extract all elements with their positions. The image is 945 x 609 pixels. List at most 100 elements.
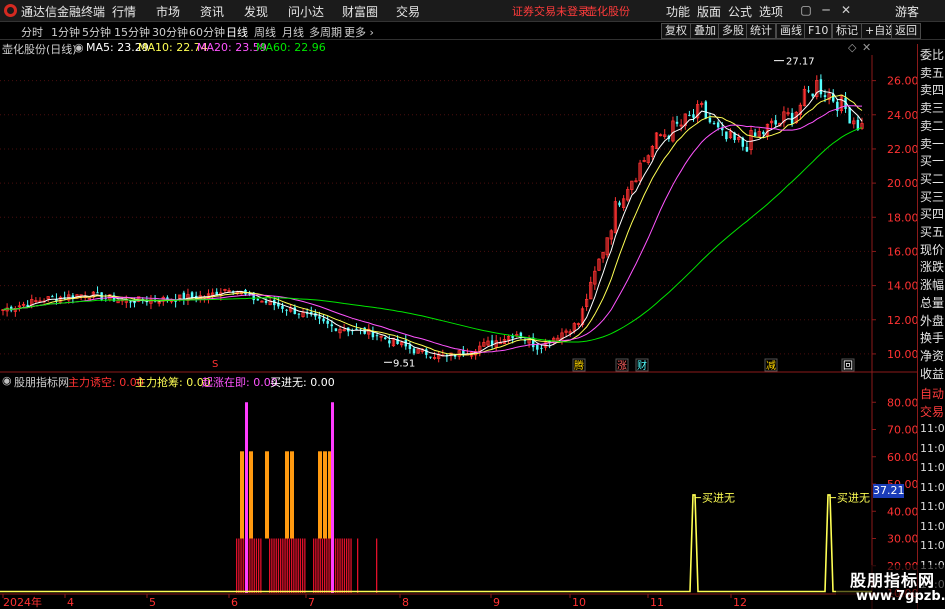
candle-body [384, 337, 387, 339]
candle-body [688, 114, 691, 116]
period-timeshare[interactable]: 分时 [21, 24, 43, 40]
menu-formula[interactable]: 公式 [728, 3, 752, 20]
diamond-icon[interactable]: ◇ [848, 41, 856, 54]
indicator-bar [348, 538, 350, 593]
x-tick-label: 2024年 [3, 595, 42, 609]
candle-body [708, 117, 712, 123]
period-multi[interactable]: 多周期 [309, 24, 342, 40]
indicator-bar [297, 538, 299, 593]
settings-circle-icon[interactable]: ◉ [74, 41, 84, 54]
candle-body [322, 318, 325, 322]
restore-icon[interactable]: ▢ [798, 2, 814, 18]
candle-body [96, 292, 99, 294]
candle-body [412, 348, 416, 354]
menu-market[interactable]: 市场 [156, 3, 180, 20]
x-tick-label: 8 [402, 596, 409, 609]
side-item-4: 卖二 [920, 118, 945, 133]
menu-layout[interactable]: 版面 [697, 3, 721, 20]
period-weekly[interactable]: 周线 [254, 24, 276, 40]
indicator-bar [326, 538, 328, 593]
period-daily[interactable]: 日线 [226, 24, 248, 40]
candle-body [425, 349, 428, 355]
period-60min[interactable]: 60分钟 [189, 24, 225, 40]
indicator-bar [339, 538, 341, 593]
indicator-bar [280, 538, 282, 593]
indicator-bar [284, 538, 286, 593]
adjust-button[interactable]: 复权 [661, 23, 691, 39]
draw-line-button[interactable]: 画线 [776, 23, 806, 39]
indicator-bar [299, 538, 302, 593]
menu-trade[interactable]: 交易 [396, 3, 420, 20]
side-item-2: 卖四 [920, 83, 945, 98]
period-5min[interactable]: 5分钟 [82, 24, 111, 40]
multi-stock-button[interactable]: 多股 [718, 23, 748, 39]
candle-body [819, 79, 823, 95]
chart-area[interactable]: 26.00 24.00 22.00 20.00 18.00 16.00 14.00 12.00… [0, 55, 917, 609]
ma60-value: MA60: 22.96 [256, 41, 326, 54]
mark-button[interactable]: 标记 [832, 23, 862, 39]
event-marker: 减 [766, 360, 776, 372]
period-15min[interactable]: 15分钟 [114, 24, 150, 40]
x-tick-label: 10 [572, 596, 586, 609]
indicator-bar [319, 538, 321, 593]
candle-body [675, 121, 679, 124]
candle-body [536, 344, 539, 350]
candle-body [190, 292, 194, 298]
indicator-bar [273, 538, 275, 593]
candle-body [704, 101, 708, 119]
menu-ask[interactable]: 问小达 [288, 3, 324, 20]
side-item-12: 涨跌 [920, 260, 945, 275]
indicator-bar [253, 538, 255, 593]
menu-wealth[interactable]: 财富圈 [342, 3, 378, 20]
stats-button[interactable]: 统计 [746, 23, 776, 39]
minimize-icon[interactable]: ─ [818, 2, 834, 18]
f10-button[interactable]: F10 [804, 23, 833, 39]
indicator-bar-orange [240, 451, 244, 539]
period-monthly[interactable]: 月线 [282, 24, 304, 40]
indicator-bar [260, 538, 262, 593]
indicator-tick-label: 70.00 [887, 424, 917, 437]
indicator-bar [258, 538, 260, 593]
menu-news[interactable]: 资讯 [200, 3, 224, 20]
close-icon[interactable]: ✕ [838, 2, 854, 18]
menu-options[interactable]: 选项 [759, 3, 783, 20]
x-tick-label: 11 [650, 596, 664, 609]
event-marker: 财 [637, 359, 647, 372]
candle-body [692, 114, 695, 118]
indicator-bar [291, 538, 293, 593]
y-tick-label: 22.00 [887, 143, 917, 156]
back-button[interactable]: 返回 [891, 23, 921, 39]
menu-bar: 通达信金融终端 行情 市场 资讯 发现 问小达 财富圈 交易 证券交易未登录 壶… [0, 0, 945, 22]
indicator-bar [302, 538, 304, 593]
overlay-button[interactable]: 叠加 [690, 23, 720, 39]
candle-body [375, 335, 379, 337]
buy-signal-label: 买进无 [837, 492, 870, 505]
candle-body [293, 307, 297, 315]
trade-login-status[interactable]: 证券交易未登录 [512, 3, 589, 19]
indicator-bar-orange [290, 451, 294, 539]
indicator-bar [249, 538, 251, 593]
quote-side-panel: 委比 卖五 卖四 卖三 卖二 卖一 买一 买二 买三 买四 买五 现价 涨跌 涨幅 总量 外盘 换手 净资 收益 自动… [917, 44, 945, 609]
menu-discover[interactable]: 发现 [244, 3, 268, 20]
indicator-bar [269, 538, 271, 593]
indicator-bar [321, 538, 324, 593]
side-lower-0[interactable]: 自动 [920, 385, 944, 402]
candle-body [716, 122, 720, 128]
indicator-tick-label: 40.00 [887, 505, 917, 518]
side-time-3: 11:05 [920, 480, 945, 494]
candle-body [256, 299, 260, 301]
guest-user[interactable]: 游客 [895, 3, 919, 20]
x-tick-label: 9 [493, 596, 500, 609]
indicator-bar [282, 538, 284, 593]
side-item-16: 换手 [920, 331, 945, 346]
period-30min[interactable]: 30分钟 [152, 24, 188, 40]
menu-functions[interactable]: 功能 [666, 3, 690, 20]
period-more[interactable]: 更多 › [344, 24, 374, 40]
side-lower-1[interactable]: 交易 [920, 403, 944, 420]
y-tick-label: 20.00 [887, 177, 917, 190]
event-marker: 涨 [617, 360, 627, 372]
menu-quotes[interactable]: 行情 [112, 3, 136, 20]
period-1min[interactable]: 1分钟 [51, 24, 80, 40]
close-panel-icon[interactable]: ✕ [862, 41, 871, 54]
y-tick-label: 16.00 [887, 245, 917, 258]
